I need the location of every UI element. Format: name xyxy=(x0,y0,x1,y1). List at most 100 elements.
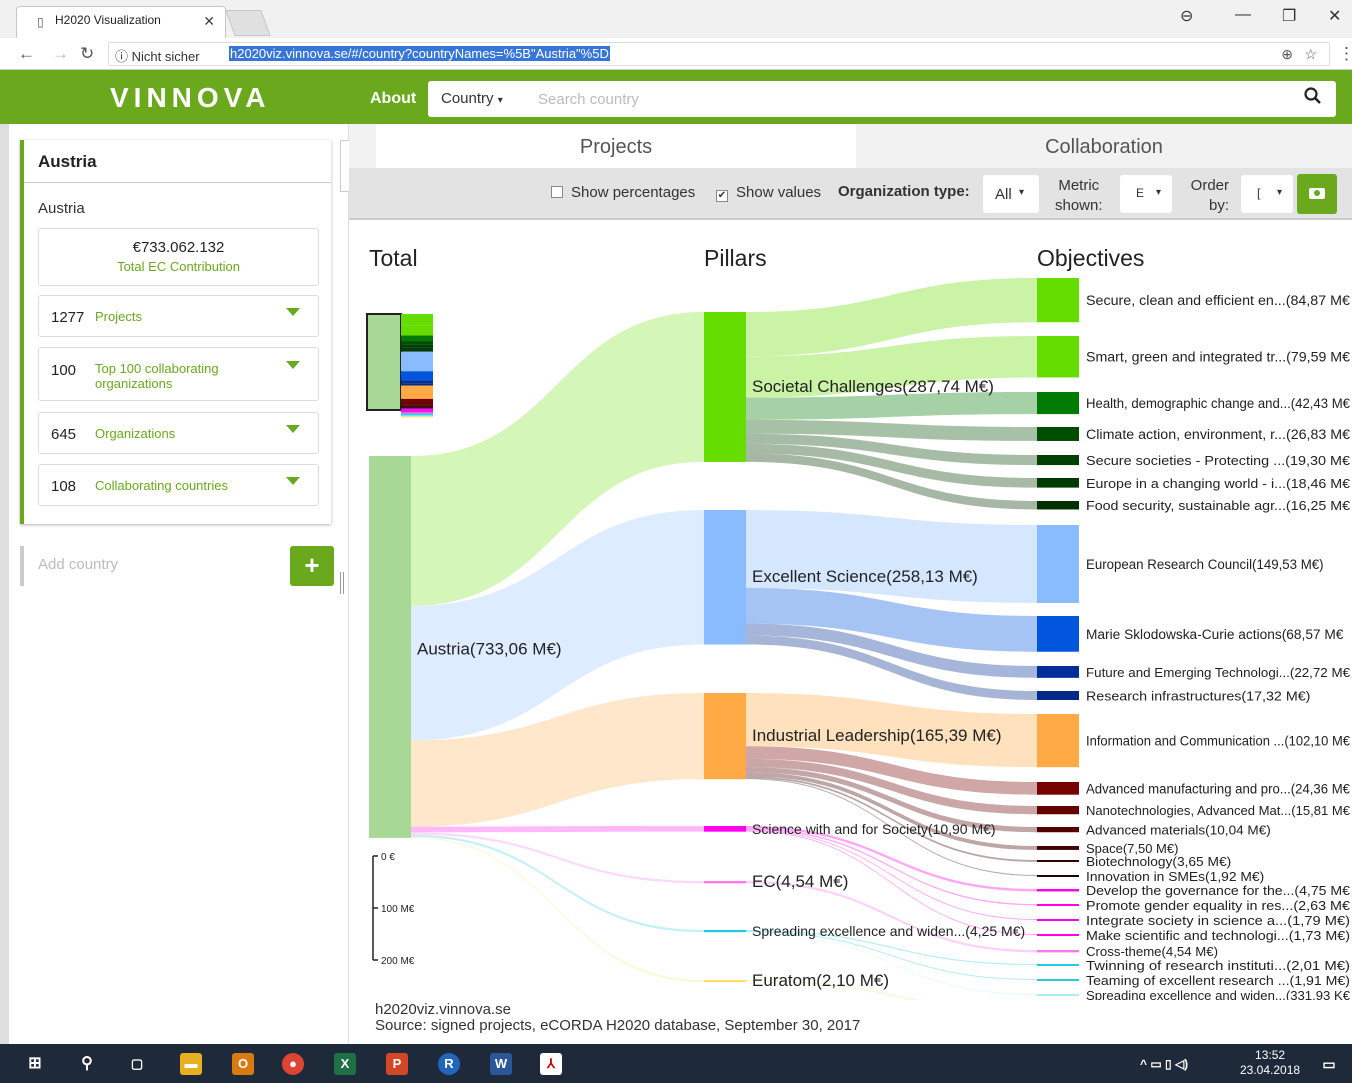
node-label-objective: Food security, sustainable agr...(16,25 … xyxy=(1086,498,1351,513)
expand-caret-icon[interactable] xyxy=(286,308,300,316)
add-country-input[interactable] xyxy=(38,556,278,573)
show-percentages-checkbox[interactable] xyxy=(551,186,563,198)
about-link[interactable]: About xyxy=(370,90,416,108)
maximize-icon[interactable]: ❐ xyxy=(1282,6,1296,26)
new-tab-button[interactable] xyxy=(225,10,271,36)
metric-value: E xyxy=(1136,186,1145,200)
metric-label-line2: shown: xyxy=(1055,197,1103,214)
footer-site: h2020viz.vinnova.se xyxy=(375,1001,511,1018)
country-name: Austria xyxy=(38,200,85,217)
node-objective xyxy=(1037,691,1079,701)
reload-icon[interactable]: ↻ xyxy=(80,44,94,64)
back-icon[interactable]: ← xyxy=(18,44,35,64)
zoom-icon[interactable]: ⊕ xyxy=(1281,46,1293,63)
screenshot-button[interactable] xyxy=(1297,174,1337,214)
legend-objective-block xyxy=(401,402,433,405)
node-pillar xyxy=(704,881,746,884)
metric-select[interactable]: E ▾ xyxy=(1120,175,1172,213)
total-value: €733.062.132 xyxy=(132,239,225,256)
node-label-objective: Teaming of excellent research ...(1,91 M… xyxy=(1086,973,1350,988)
menu-icon[interactable]: ⋮ xyxy=(1338,44,1352,64)
link-pillar-to-objective xyxy=(746,828,1037,906)
powerpoint-icon[interactable]: P xyxy=(386,1053,408,1075)
app-header: VINNOVA About Country ▾ xyxy=(0,70,1352,124)
node-label-objective: Biotechnology(3,65 M€) xyxy=(1086,854,1231,869)
browser-tab[interactable]: ▯ H2020 Visualization ✕ xyxy=(16,6,226,38)
bookmark-star-icon[interactable]: ☆ xyxy=(1304,46,1317,63)
file-explorer-icon[interactable]: ▬ xyxy=(180,1053,202,1075)
show-percentages-option[interactable]: Show percentages xyxy=(551,184,695,201)
search-type-label: Country xyxy=(441,90,494,107)
close-tab-icon[interactable]: ✕ xyxy=(203,13,215,30)
expand-caret-icon[interactable] xyxy=(286,361,300,369)
windows-start-icon[interactable]: ⊞ xyxy=(24,1053,46,1075)
scale-bar-label: 0 € xyxy=(381,852,395,863)
node-austria xyxy=(369,456,411,838)
minimize-icon[interactable]: — xyxy=(1235,6,1251,24)
link-austria-to-pillar xyxy=(411,826,704,833)
chart-footer: h2020viz.vinnova.se Source: signed proje… xyxy=(375,1002,860,1034)
panel-resize-handle[interactable] xyxy=(340,572,344,594)
stat-number: 100 xyxy=(51,362,77,379)
vinnova-logo[interactable]: VINNOVA xyxy=(110,82,271,114)
windows-taskbar: ⊞ ⚲ ▢ ▬ O ● X P R W ⅄ ^ ▭ ▯ ◁) 13:52 23.… xyxy=(0,1044,1352,1083)
excel-icon[interactable]: X xyxy=(334,1053,356,1075)
node-label-objective: Cross-theme(4,54 M€) xyxy=(1086,944,1218,959)
country-card: Austria Austria €733.062.132 Total EC Co… xyxy=(20,140,331,524)
word-icon[interactable]: W xyxy=(490,1053,512,1075)
stat-top-organizations[interactable]: 100 Top 100 collaborating organizations xyxy=(38,347,319,401)
legend-objective-block xyxy=(401,351,433,372)
node-label-objective: Make scientific and technologi...(1,73 M… xyxy=(1086,928,1350,943)
node-objective xyxy=(1037,278,1079,323)
show-values-option[interactable]: ✔ Show values xyxy=(716,184,821,202)
legend-objective-block xyxy=(401,409,433,411)
node-pillar xyxy=(704,826,746,832)
outlook-icon[interactable]: O xyxy=(232,1053,254,1075)
pdf-icon[interactable]: ⅄ xyxy=(540,1053,562,1075)
url-text[interactable]: h2020viz.vinnova.se/#/country?countryNam… xyxy=(229,46,610,61)
legend-objective-block xyxy=(401,341,433,345)
order-label: Order by: xyxy=(1183,176,1229,216)
tab-projects[interactable]: Projects xyxy=(376,124,856,168)
legend-objective-block xyxy=(401,398,433,403)
add-country-button[interactable]: + xyxy=(290,546,334,586)
clock[interactable]: 13:52 23.04.2018 xyxy=(1240,1048,1300,1078)
r-icon[interactable]: R xyxy=(438,1053,460,1075)
legend-objective-block xyxy=(401,325,433,336)
node-label-objective: Europe in a changing world - i...(18,46 … xyxy=(1086,476,1351,491)
stat-projects[interactable]: 1277 Projects xyxy=(38,295,319,337)
expand-caret-icon[interactable] xyxy=(286,477,300,485)
task-view-icon[interactable]: ▢ xyxy=(126,1053,148,1075)
system-tray-icons[interactable]: ^ ▭ ▯ ◁) xyxy=(1140,1053,1230,1075)
show-percentages-label: Show percentages xyxy=(571,184,696,201)
page-icon: ▯ xyxy=(37,15,44,29)
left-panel: Austria Austria €733.062.132 Total EC Co… xyxy=(9,124,348,1044)
order-select[interactable]: [ ▾ xyxy=(1241,175,1293,213)
expand-caret-icon[interactable] xyxy=(286,425,300,433)
stat-collaborating-countries[interactable]: 108 Collaborating countries xyxy=(38,464,319,506)
url-field[interactable]: ⓘ Nicht sicher h2020viz.vinnova.se/#/cou… xyxy=(108,42,1330,66)
chrome-icon[interactable]: ● xyxy=(282,1053,304,1075)
node-objective xyxy=(1037,806,1079,815)
stat-organizations[interactable]: 645 Organizations xyxy=(38,412,319,454)
node-pillar xyxy=(704,693,746,780)
node-label-objective: Information and Communication ...(102,10… xyxy=(1086,734,1350,749)
close-window-icon[interactable]: ✕ xyxy=(1328,6,1341,26)
show-values-checkbox[interactable]: ✔ xyxy=(716,190,728,202)
search-icon[interactable] xyxy=(1304,87,1322,110)
node-pillar xyxy=(704,930,746,933)
search-type-dropdown[interactable]: Country ▾ xyxy=(441,90,503,107)
tab-collaboration[interactable]: Collaboration xyxy=(856,124,1352,168)
forward-icon[interactable]: → xyxy=(52,44,69,64)
caret-down-icon: ▾ xyxy=(1019,187,1025,198)
notifications-icon[interactable]: ▭ xyxy=(1318,1053,1340,1075)
security-indicator[interactable]: ⓘ Nicht sicher xyxy=(115,46,200,65)
org-type-select[interactable]: All ▾ xyxy=(983,175,1039,213)
profile-icon[interactable]: ⊖ xyxy=(1180,6,1193,26)
node-objective xyxy=(1037,666,1079,678)
node-label-objective: Spreading excellence and widen...(331,93… xyxy=(1086,988,1351,1000)
search-input[interactable] xyxy=(538,87,1278,111)
node-label-objective: Promote gender equality in res...(2,63 M… xyxy=(1086,898,1351,913)
legend-objective-block xyxy=(401,383,433,386)
search-icon[interactable]: ⚲ xyxy=(76,1053,98,1075)
